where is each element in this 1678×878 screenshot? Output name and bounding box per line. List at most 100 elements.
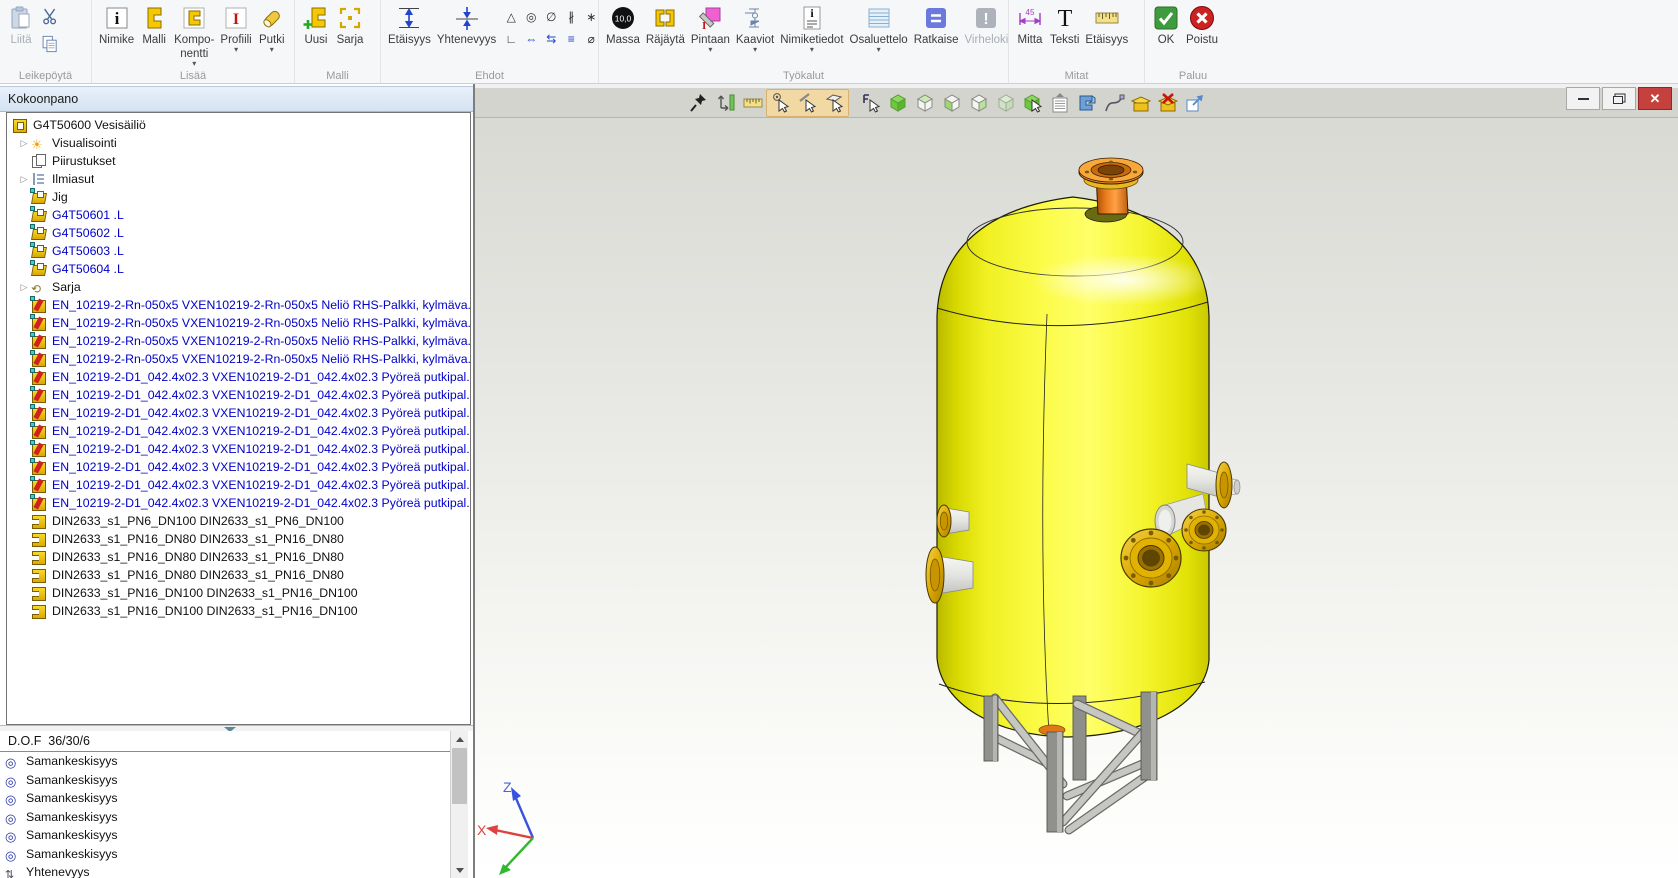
pin-icon[interactable]: [685, 90, 712, 116]
tree-item-profile[interactable]: EN_10219-2-D1_042.4x02.3 VXEN10219-2-D1_…: [7, 422, 470, 440]
tree-item-profile[interactable]: EN_10219-2-D1_042.4x02.3 VXEN10219-2-D1_…: [7, 368, 470, 386]
tree-item-flange[interactable]: DIN2633_s1_PN16_DN80 DIN2633_s1_PN16_DN8…: [7, 566, 470, 584]
export-arrow-icon[interactable]: [1181, 90, 1208, 116]
expander-icon[interactable]: [17, 282, 31, 293]
close-button[interactable]: ✕: [1638, 87, 1672, 110]
constraint-row[interactable]: Samankeskisyys: [0, 845, 450, 864]
tree-item-profile[interactable]: EN_10219-2-D1_042.4x02.3 VXEN10219-2-D1_…: [7, 404, 470, 422]
select-cube-icon[interactable]: [1019, 90, 1046, 116]
cut-button[interactable]: [38, 4, 62, 28]
tree-item-visualization[interactable]: Visualisointi: [7, 134, 470, 152]
model-button[interactable]: Malli: [137, 2, 171, 48]
shaded-cube-icon[interactable]: [884, 90, 911, 116]
profile-button[interactable]: I Profiili: [217, 2, 254, 55]
ruler-icon[interactable]: [739, 90, 766, 116]
tree-item-series[interactable]: Sarja: [7, 278, 470, 296]
tree-item-flange[interactable]: DIN2633_s1_PN16_DN80 DIN2633_s1_PN16_DN8…: [7, 548, 470, 566]
new-button[interactable]: Uusi: [299, 2, 333, 48]
symmetry-constraint-icon[interactable]: ∦: [561, 6, 581, 28]
measure-button[interactable]: 45 Mitta: [1013, 2, 1047, 48]
perpendicular-constraint-icon[interactable]: ∟: [501, 28, 521, 50]
snap-line-icon[interactable]: [794, 90, 821, 116]
expander-icon[interactable]: [17, 138, 31, 149]
diagrams-button[interactable]: Kaaviot: [733, 2, 777, 55]
tree-item-profile[interactable]: EN_10219-2-Rn-050x5 VXEN10219-2-Rn-050x5…: [7, 332, 470, 350]
tree-item-flange[interactable]: DIN2633_s1_PN16_DN100 DIN2633_s1_PN16_DN…: [7, 602, 470, 620]
expander-icon[interactable]: [17, 174, 31, 185]
distance-constraint-button[interactable]: Etäisyys: [385, 2, 434, 48]
tree-item-flange[interactable]: DIN2633_s1_PN16_DN100 DIN2633_s1_PN16_DN…: [7, 584, 470, 602]
distance-dim-button[interactable]: Etäisyys: [1082, 2, 1131, 48]
align-constraint-icon[interactable]: ⇆: [541, 28, 561, 50]
restore-button[interactable]: [1602, 87, 1636, 110]
copy-button[interactable]: [38, 32, 62, 56]
paste-button[interactable]: Liitä: [4, 2, 38, 48]
edges-cube-icon[interactable]: [938, 90, 965, 116]
tree-item-profile[interactable]: EN_10219-2-D1_042.4x02.3 VXEN10219-2-D1_…: [7, 440, 470, 458]
archive-box-icon[interactable]: [1127, 90, 1154, 116]
3d-viewport[interactable]: Z X: [475, 84, 1678, 878]
component-button[interactable]: Kompo- nentti: [171, 2, 217, 69]
tree-item-flange[interactable]: DIN2633_s1_PN6_DN100 DIN2633_s1_PN6_DN10…: [7, 512, 470, 530]
delete-box-icon[interactable]: [1154, 90, 1181, 116]
tangent-constraint-icon[interactable]: ∅: [541, 6, 561, 28]
tree-item-jig[interactable]: Jig: [7, 188, 470, 206]
constraint-row[interactable]: Samankeskisyys: [0, 752, 450, 771]
scroll-up-icon[interactable]: [451, 731, 468, 747]
tree-item-representations[interactable]: Ilmiasut: [7, 170, 470, 188]
mass-button[interactable]: 10,0 Massa: [603, 2, 643, 48]
tank-body[interactable]: [937, 197, 1215, 737]
report-icon[interactable]: [1046, 90, 1073, 116]
parallel-constraint-icon[interactable]: ⇔: [521, 28, 541, 50]
ghost-cube-icon[interactable]: [992, 90, 1019, 116]
text-button[interactable]: T Teksti: [1047, 2, 1082, 48]
solve-button[interactable]: Ratkaise: [911, 2, 962, 48]
constraint-row[interactable]: Yhtenevyys: [0, 863, 450, 878]
scroll-thumb[interactable]: [452, 748, 467, 804]
pipe-button[interactable]: Putki: [255, 2, 289, 55]
to-surface-button[interactable]: I Pintaan: [688, 2, 733, 55]
tree-item-profile[interactable]: EN_10219-2-Rn-050x5 VXEN10219-2-Rn-050x5…: [7, 314, 470, 332]
component-blue-icon[interactable]: [1073, 90, 1100, 116]
scroll-down-icon[interactable]: [451, 862, 468, 878]
tree-item-profile[interactable]: EN_10219-2-Rn-050x5 VXEN10219-2-Rn-050x5…: [7, 350, 470, 368]
assembly-tree[interactable]: G4T50600 Vesisäiliö Visualisointi Piirus…: [6, 112, 471, 725]
item-button[interactable]: i Nimike: [96, 2, 137, 48]
tree-item-profile[interactable]: EN_10219-2-Rn-050x5 VXEN10219-2-Rn-050x5…: [7, 296, 470, 314]
angle-constraint-icon[interactable]: △: [501, 6, 521, 28]
exit-button[interactable]: Poistu: [1183, 2, 1221, 48]
outline-cube-icon[interactable]: [965, 90, 992, 116]
right-flange-rear[interactable]: [1182, 509, 1226, 551]
snap-circle-icon[interactable]: [767, 90, 794, 116]
equal-constraint-icon[interactable]: ≡: [561, 28, 581, 50]
tree-item-part[interactable]: G4T50602 .L: [7, 224, 470, 242]
tree-item-profile[interactable]: EN_10219-2-D1_042.4x02.3 VXEN10219-2-D1_…: [7, 386, 470, 404]
measure-reference-icon[interactable]: [712, 90, 739, 116]
ok-button[interactable]: OK: [1149, 2, 1183, 48]
curve-icon[interactable]: [1100, 90, 1127, 116]
constraint-row[interactable]: Samankeskisyys: [0, 789, 450, 808]
constraint-row[interactable]: Samankeskisyys: [0, 826, 450, 845]
constraint-row[interactable]: Samankeskisyys: [0, 808, 450, 827]
coincidence-button[interactable]: Yhtenevyys: [434, 2, 499, 48]
minimize-button[interactable]: [1566, 87, 1600, 110]
explode-button[interactable]: Räjäytä: [643, 2, 688, 48]
concentric-constraint-icon[interactable]: ◎: [521, 6, 541, 28]
right-flange-front[interactable]: [1121, 529, 1181, 587]
tree-item-part[interactable]: G4T50603 .L: [7, 242, 470, 260]
select-element-icon[interactable]: [857, 90, 884, 116]
tree-item-root-assembly[interactable]: G4T50600 Vesisäiliö: [7, 116, 470, 134]
wireframe-cube-icon[interactable]: [911, 90, 938, 116]
tree-item-drawings[interactable]: Piirustukset: [7, 152, 470, 170]
model-water-tank[interactable]: Z X: [475, 84, 1678, 878]
item-info-button[interactable]: i Nimiketiedot: [777, 2, 846, 55]
error-log-button[interactable]: ! Virheloki: [961, 2, 1011, 48]
constraint-row[interactable]: Samankeskisyys: [0, 771, 450, 790]
tree-item-profile[interactable]: EN_10219-2-D1_042.4x02.3 VXEN10219-2-D1_…: [7, 458, 470, 476]
tree-item-profile[interactable]: EN_10219-2-D1_042.4x02.3 VXEN10219-2-D1_…: [7, 476, 470, 494]
tree-item-part[interactable]: G4T50601 .L: [7, 206, 470, 224]
series-button[interactable]: Sarja: [333, 2, 367, 48]
tree-item-part[interactable]: G4T50604 .L: [7, 260, 470, 278]
part-list-button[interactable]: Osaluettelo: [847, 2, 911, 55]
snap-face-icon[interactable]: [821, 90, 848, 116]
